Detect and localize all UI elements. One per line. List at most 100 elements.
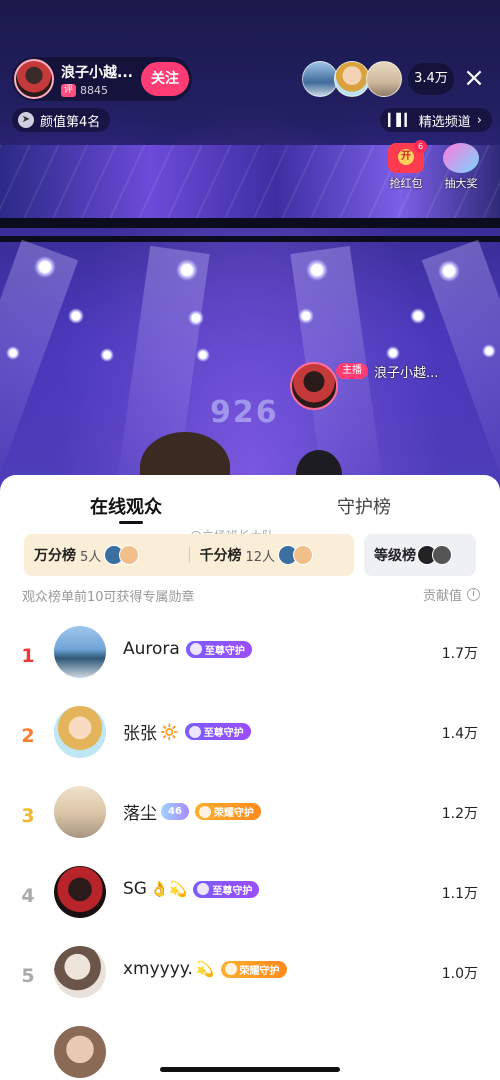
viewer-avatar[interactable] (366, 61, 402, 97)
host-fan-row: 评 8845 (61, 83, 141, 97)
lottery-label: 抽大奖 (444, 177, 478, 190)
tab-online-audience[interactable]: 在线观众 (90, 493, 162, 519)
board-count: 5人 (80, 549, 102, 565)
board-label: 万分榜 (34, 548, 76, 564)
board-avatars (104, 545, 140, 565)
contribution-header[interactable]: 贡献值 i (423, 585, 480, 604)
list-item[interactable]: 3 落尘 46 荣耀守护 1.2万 (0, 783, 500, 863)
host-name: 浪子小越... (61, 64, 133, 81)
user-name: SG (123, 879, 147, 899)
guard-badge-label: 至尊守护 (203, 728, 244, 739)
list-item[interactable]: 2 张张 🔆 至尊守护 1.4万 (0, 703, 500, 783)
user-name-row: xmyyyy. 💫 荣耀守护 (123, 959, 287, 979)
home-indicator[interactable] (160, 1067, 340, 1072)
guard-badge: 至尊守护 (193, 880, 260, 898)
audience-tabs: 在线观众 守护榜 (0, 475, 500, 531)
avatar[interactable] (54, 946, 106, 998)
audience-sheet: 在线观众 守护榜 @立场班长大队 万分榜 5人 千分榜 12人 (0, 475, 500, 1080)
avatar[interactable] (54, 706, 106, 758)
avatar[interactable] (54, 1026, 106, 1078)
compass-icon: ➤ (18, 112, 34, 128)
board-avatar (432, 545, 452, 565)
online-viewer-count[interactable]: 3.4万 (408, 63, 454, 95)
close-icon[interactable]: × (458, 62, 490, 94)
rank-text: 颜值第4名 (40, 114, 101, 130)
stage-truss-lower (0, 236, 500, 242)
fan-tag-badge: 评 (61, 83, 77, 97)
crown-icon (198, 805, 211, 818)
score-boards: 万分榜 5人 千分榜 12人 (24, 534, 354, 576)
avatar[interactable] (54, 866, 106, 918)
stage-light (34, 256, 56, 278)
rank-number: 3 (21, 805, 35, 827)
bars-icon: ▎▌▎ (388, 113, 414, 127)
follow-button[interactable]: 关注 (141, 62, 189, 96)
user-name: xmyyyy. (123, 959, 193, 979)
viewer-avatar[interactable] (302, 61, 338, 97)
user-name-row: SG 👌💫 至尊守护 (123, 879, 260, 899)
board-count: 12人 (245, 549, 276, 565)
red-packet-open-badge: 开 (398, 149, 414, 165)
active-tab-indicator (119, 521, 143, 524)
stage-light (410, 308, 426, 324)
diamond-icon (189, 643, 202, 655)
ranking-hint: 观众榜单前10可获得专属勋章 (22, 590, 195, 605)
crown-icon (224, 963, 237, 975)
top-viewer-avatars[interactable] (302, 61, 402, 97)
contribution-value: 1.7万 (441, 646, 478, 662)
diamond-icon (197, 883, 210, 895)
contribution-label: 贡献值 (422, 589, 462, 604)
avatar[interactable] (54, 786, 106, 838)
host-info-pill[interactable]: 浪子小越... 评 8845 关注 (12, 57, 192, 101)
stage-light (306, 259, 328, 281)
sun-emoji: 🔆 (160, 722, 179, 741)
stage-light (176, 259, 198, 281)
contribution-value: 1.0万 (441, 966, 478, 982)
board-ten-thousand[interactable]: 万分榜 5人 (24, 545, 189, 565)
user-name-row: Aurora 至尊守护 (123, 639, 252, 659)
viewer-avatar[interactable] (334, 61, 370, 97)
stage-light (188, 310, 204, 326)
popularity-rank-pill[interactable]: ➤ 颜值第4名 (12, 108, 111, 132)
featured-channel-pill[interactable]: ▎▌▎ 精选频道 › (380, 108, 492, 132)
guard-badge: 至尊守护 (184, 723, 251, 740)
contribution-value: 1.2万 (441, 806, 478, 822)
list-item[interactable]: 1 Aurora 至尊守护 1.7万 (0, 623, 500, 703)
red-packet-count: 6 (414, 140, 427, 153)
info-icon[interactable]: i (467, 588, 480, 601)
host-float-avatar (290, 362, 338, 410)
guard-badge: 荣耀守护 (220, 960, 287, 978)
board-avatars (278, 545, 314, 565)
rank-number: 2 (21, 725, 35, 747)
host-floating-tag[interactable]: 主播 浪子小越... (290, 356, 439, 410)
rank-number: 1 (21, 645, 35, 667)
fan-count: 8845 (80, 83, 109, 97)
guard-badge: 荣耀守护 (194, 803, 261, 820)
avatar[interactable] (54, 626, 106, 678)
channel-text: 精选频道 (418, 114, 471, 130)
board-label: 等级榜 (374, 548, 416, 564)
board-level[interactable]: 等级榜 (364, 534, 476, 576)
board-label: 千分榜 (199, 548, 242, 564)
board-avatar (293, 545, 314, 565)
list-item[interactable]: 4 SG 👌💫 至尊守护 1.1万 (0, 863, 500, 943)
light-beam (0, 239, 79, 496)
host-avatar[interactable] (14, 59, 54, 99)
contribution-value: 1.4万 (441, 726, 478, 742)
board-thousand[interactable]: 千分榜 12人 (190, 545, 355, 565)
audience-list: 1 Aurora 至尊守护 1.7万 2 张张 🔆 至尊守护 1.4万 3 落尘 (0, 623, 500, 1080)
red-packet-button[interactable]: 开 6 抢红包 (382, 140, 430, 191)
stage-light (6, 346, 20, 360)
host-info: 浪子小越... 评 8845 (61, 62, 141, 97)
user-name-row: 张张 🔆 至尊守护 (123, 719, 251, 744)
rank-number: 5 (21, 965, 35, 987)
board-filter-row: 万分榜 5人 千分榜 12人 等级榜 (24, 534, 476, 576)
stage-backdrop-text: 926 (210, 395, 279, 430)
anchor-badge: 主播 (336, 363, 368, 379)
anchor-name: 浪子小越... (374, 365, 439, 381)
lottery-button[interactable]: 抽大奖 (437, 143, 485, 191)
list-item[interactable]: 5 xmyyyy. 💫 荣耀守护 1.0万 (0, 943, 500, 1023)
tab-guard-board[interactable]: 守护榜 (337, 493, 391, 519)
user-name: Aurora (123, 639, 180, 659)
contribution-value: 1.1万 (441, 886, 478, 902)
